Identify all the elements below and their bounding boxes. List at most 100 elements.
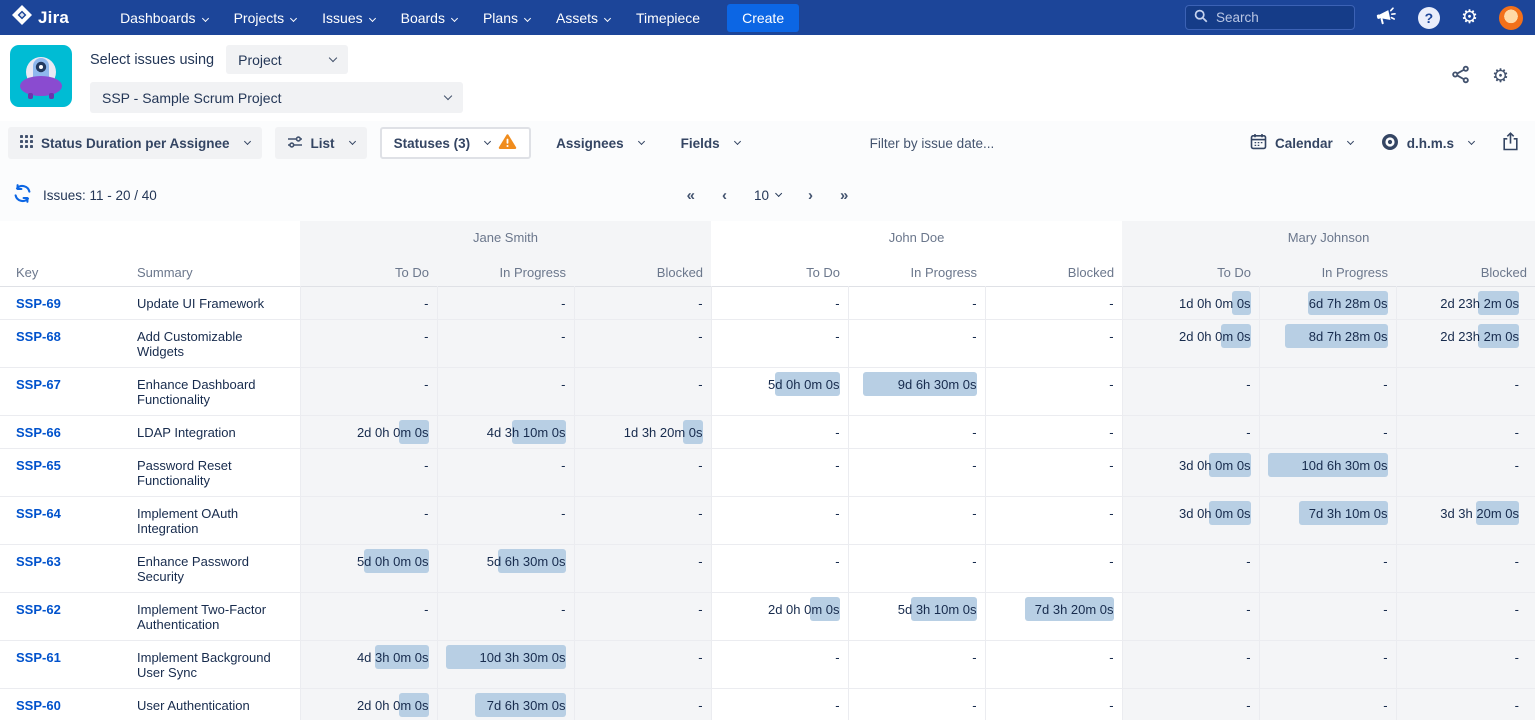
duration-cell: 7d 3h 10m 0s (1259, 496, 1396, 544)
nav-item-boards[interactable]: Boards (388, 10, 470, 26)
issue-key-link[interactable]: SSP-61 (16, 650, 61, 665)
duration-cell: 3d 3h 20m 0s (1396, 496, 1535, 544)
chevron-down-icon (1347, 137, 1354, 144)
issue-row: SSP-67 Enhance Dashboard Functionality--… (0, 367, 1535, 415)
top-navigation: Jira DashboardsProjectsIssuesBoardsPlans… (0, 0, 1535, 35)
duration-cell: 3d 0h 0m 0s (1122, 448, 1259, 496)
sliders-icon (287, 135, 303, 152)
nav-item-timepiece[interactable]: Timepiece (623, 10, 713, 26)
assignee-group-header: Jane Smith (300, 221, 711, 253)
issue-key-link[interactable]: SSP-67 (16, 377, 61, 392)
issue-source-select[interactable]: Project (226, 45, 348, 74)
column-header-key: Key (0, 253, 135, 286)
assignees-filter-label: Assignees (556, 136, 624, 151)
issue-row: SSP-60 User Authentication2d 0h 0m 0s7d … (0, 688, 1535, 720)
duration-cell: 2d 0h 0m 0s (300, 688, 437, 720)
announcements-icon[interactable] (1376, 7, 1397, 29)
statuses-filter-button[interactable]: Statuses (3) (380, 127, 532, 159)
duration-cell: - (574, 496, 711, 544)
duration-cell: 5d 6h 30m 0s (437, 544, 574, 592)
report-toolbar: Status Duration per Assignee List Status… (0, 121, 1535, 169)
settings-icon[interactable]: ⚙ (1461, 8, 1478, 27)
jira-logo[interactable]: Jira (12, 5, 69, 30)
duration-cell: 2d 0h 0m 0s (1122, 319, 1259, 367)
search-input[interactable] (1216, 10, 1336, 25)
help-icon[interactable]: ? (1418, 7, 1440, 29)
nav-item-dashboards[interactable]: Dashboards (107, 10, 221, 26)
duration-cell: - (985, 319, 1122, 367)
select-issues-label: Select issues using (90, 52, 214, 68)
page-size-select[interactable]: 10 (754, 188, 781, 203)
last-page-button[interactable]: » (840, 187, 848, 204)
view-select[interactable]: List (275, 127, 367, 159)
duration-cell: 7d 6h 30m 0s (437, 688, 574, 720)
pagination-row: Issues: 11 - 20 / 40 « ‹ 10 › » (0, 169, 1535, 221)
issue-key-link[interactable]: SSP-63 (16, 554, 61, 569)
app-settings-icon[interactable]: ⚙ (1492, 67, 1509, 86)
issue-row: SSP-66 LDAP Integration2d 0h 0m 0s4d 3h … (0, 415, 1535, 448)
duration-cell: - (300, 448, 437, 496)
duration-cell: 5d 0h 0m 0s (711, 367, 848, 415)
prev-page-button[interactable]: ‹ (722, 187, 727, 204)
duration-cell: - (985, 688, 1122, 720)
issue-date-filter[interactable]: Filter by issue date... (870, 136, 995, 151)
issue-key-link[interactable]: SSP-69 (16, 296, 61, 311)
issue-summary: Implement Background User Sync (135, 640, 300, 688)
next-page-button[interactable]: › (808, 187, 813, 204)
jira-logo-icon (12, 5, 32, 30)
status-duration-table: Jane SmithJohn DoeMary Johnson Key Summa… (0, 221, 1535, 720)
duration-cell: 2d 0h 0m 0s (300, 415, 437, 448)
duration-cell: 4d 3h 0m 0s (300, 640, 437, 688)
app-header: Select issues using Project SSP - Sample… (0, 35, 1535, 121)
refresh-icon[interactable] (12, 183, 33, 207)
nav-item-issues[interactable]: Issues (309, 10, 387, 26)
first-page-button[interactable]: « (687, 187, 695, 204)
duration-cell: - (437, 286, 574, 319)
duration-cell: - (1396, 367, 1535, 415)
chevron-down-icon (349, 137, 356, 144)
calendar-select[interactable]: Calendar (1250, 133, 1353, 153)
chevron-down-icon (451, 14, 458, 21)
issue-key-link[interactable]: SSP-60 (16, 698, 61, 713)
issue-key-link[interactable]: SSP-66 (16, 425, 61, 440)
duration-cell: - (574, 367, 711, 415)
duration-cell: - (1122, 688, 1259, 720)
duration-cell: - (711, 319, 848, 367)
duration-cell: 8d 7h 28m 0s (1259, 319, 1396, 367)
global-search[interactable] (1185, 5, 1355, 30)
issue-key-link[interactable]: SSP-68 (16, 329, 61, 344)
fields-filter-label: Fields (681, 136, 720, 151)
create-button[interactable]: Create (727, 4, 799, 32)
duration-cell: 2d 23h 2m 0s (1396, 319, 1535, 367)
pager: « ‹ 10 › » (687, 187, 849, 204)
project-select[interactable]: SSP - Sample Scrum Project (90, 82, 463, 113)
duration-cell: - (574, 544, 711, 592)
export-icon[interactable] (1502, 132, 1519, 154)
duration-cell: - (711, 496, 848, 544)
nav-item-plans[interactable]: Plans (470, 10, 543, 26)
user-avatar[interactable] (1499, 6, 1523, 30)
duration-cell: - (985, 544, 1122, 592)
report-type-select[interactable]: Status Duration per Assignee (8, 127, 262, 159)
issue-summary: Enhance Password Security (135, 544, 300, 592)
issue-summary: Update UI Framework (135, 286, 300, 319)
duration-cell: - (1396, 544, 1535, 592)
time-format-select[interactable]: d.h.m.s (1381, 133, 1474, 154)
issue-key-link[interactable]: SSP-62 (16, 602, 61, 617)
chevron-down-icon (290, 14, 297, 21)
issue-source-value: Project (238, 52, 282, 68)
duration-cell: - (437, 448, 574, 496)
share-icon[interactable] (1451, 65, 1470, 87)
issue-key-link[interactable]: SSP-65 (16, 458, 61, 473)
assignees-filter-button[interactable]: Assignees (544, 127, 656, 159)
time-format-label: d.h.m.s (1407, 136, 1454, 151)
nav-item-projects[interactable]: Projects (221, 10, 310, 26)
issue-key-link[interactable]: SSP-64 (16, 506, 61, 521)
chevron-down-icon (734, 137, 741, 144)
assignee-group-header-row: Jane SmithJohn DoeMary Johnson (0, 221, 1535, 253)
nav-item-assets[interactable]: Assets (543, 10, 623, 26)
duration-cell: 2d 23h 2m 0s (1396, 286, 1535, 319)
chevron-down-icon (244, 137, 251, 144)
duration-cell: - (574, 592, 711, 640)
fields-filter-button[interactable]: Fields (669, 127, 752, 159)
